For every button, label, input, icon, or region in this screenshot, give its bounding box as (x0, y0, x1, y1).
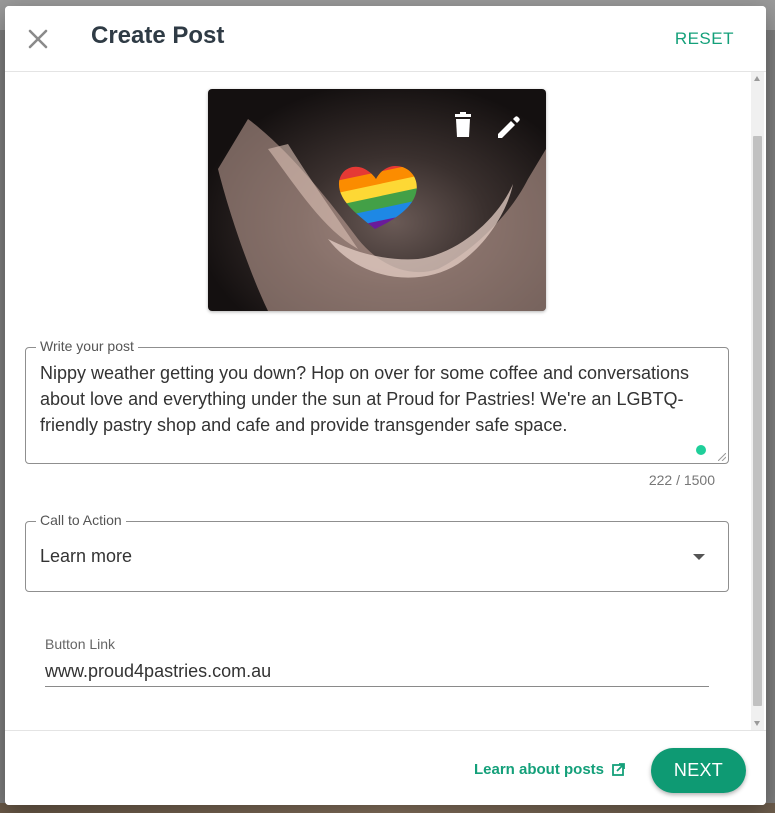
create-post-dialog: Create Post RESET Write your post Nippy … (5, 6, 766, 805)
post-text[interactable]: Nippy weather getting you down? Hop on o… (40, 360, 710, 438)
resize-handle-icon[interactable] (718, 453, 726, 461)
dialog-title: Create Post (91, 22, 225, 49)
next-button[interactable]: NEXT (651, 748, 746, 793)
dialog-header: Create Post RESET (5, 6, 766, 72)
reset-button[interactable]: RESET (675, 29, 734, 49)
external-link-icon (612, 763, 625, 776)
scroll-up-arrow-icon[interactable] (754, 76, 760, 81)
post-image (208, 89, 546, 311)
scroll-down-arrow-icon[interactable] (754, 721, 760, 726)
delete-image-button[interactable] (450, 111, 476, 139)
dialog-footer: Learn about posts NEXT (5, 730, 766, 805)
post-textarea[interactable]: Write your post Nippy weather getting yo… (25, 338, 729, 464)
edit-image-button[interactable] (495, 111, 521, 139)
button-link-label: Button Link (45, 636, 116, 652)
cta-label: Call to Action (36, 512, 126, 528)
scroll-thumb[interactable] (753, 136, 762, 706)
learn-about-posts-link[interactable]: Learn about posts (474, 761, 625, 778)
grammar-status-dot (696, 445, 706, 455)
pencil-icon (498, 116, 520, 138)
scrollbar[interactable] (751, 72, 764, 730)
call-to-action-select[interactable]: Call to Action Learn more (25, 512, 729, 592)
dialog-body: Write your post Nippy weather getting yo… (5, 72, 766, 730)
post-label: Write your post (36, 338, 138, 354)
trash-icon (455, 112, 471, 137)
close-button[interactable] (23, 24, 53, 54)
close-icon (28, 29, 48, 49)
character-counter: 222 / 1500 (648, 472, 715, 488)
dropdown-arrow-icon (693, 554, 705, 560)
cta-selected-value: Learn more (40, 546, 133, 566)
learn-about-posts-label: Learn about posts (474, 761, 605, 778)
button-link-input[interactable] (45, 656, 709, 687)
